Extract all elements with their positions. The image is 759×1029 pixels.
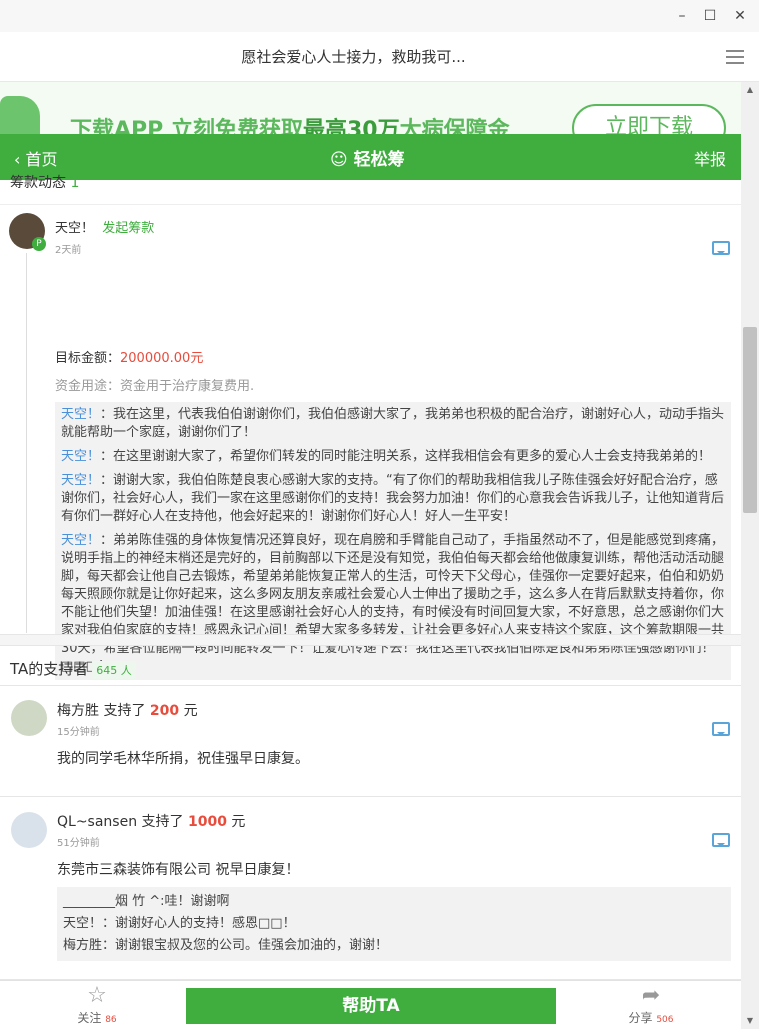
share-button[interactable]: ➦ 分享 506 — [626, 983, 676, 1026]
fund-usage: 资金用途：资金用于治疗康复费用. — [55, 379, 255, 394]
close-button[interactable]: ✕ — [730, 6, 750, 26]
window-title-bar: – ☐ ✕ — [0, 0, 759, 32]
reply-item: 天空！：弟弟陈佳强的身体恢复情况还算良好，现在肩膀和手臂能自己动了，手指虽然动不… — [61, 533, 725, 674]
report-link[interactable]: 举报 — [694, 146, 726, 170]
star-icon: ☆ — [87, 983, 107, 1008]
reply-item: ________烟 竹 ^:哇！谢谢啊 — [63, 894, 230, 909]
supporter-count: 645 人 — [92, 661, 136, 679]
post-time: 2天前 — [55, 245, 82, 256]
main-content[interactable]: 下载APP 立刻免费获取最高30万大病保障金 立即下载 ‹ 首页 ☺ 轻松筹 举… — [0, 82, 741, 1029]
supporter-time: 15分钟前 — [57, 727, 100, 738]
separator — [0, 796, 741, 797]
back-link[interactable]: ‹ 首页 — [14, 146, 58, 170]
avatar[interactable] — [11, 812, 47, 848]
scrollbar[interactable]: ▲ ▼ — [741, 82, 759, 1029]
reply-item: 天空！：谢谢大家，我伯伯陈楚良衷心感谢大家的支持。“有了你们的帮助我相信我儿子陈… — [61, 473, 725, 524]
action-bar: ☆ 关注 86 帮助TA ➦ 分享 506 — [0, 980, 741, 1029]
reply-item: 天空！：我在这里，代表我伯伯谢谢你们，我伯伯感谢大家了，我弟弟也积极的配合治疗，… — [61, 407, 725, 440]
download-banner[interactable]: 下载APP 立刻免费获取最高30万大病保障金 立即下载 — [0, 82, 741, 142]
share-icon: ➦ — [641, 983, 661, 1008]
avatar[interactable] — [11, 700, 47, 736]
scroll-thumb[interactable] — [743, 327, 757, 513]
menu-icon[interactable] — [726, 50, 744, 64]
reply-item: 天空！：在这里谢谢大家了，希望你们转发的同时能注明关系，这样我相信会有更多的爱心… — [61, 449, 712, 464]
supporters-title: TA的支持者 645 人 — [10, 658, 136, 679]
timeline-line — [26, 253, 27, 633]
help-button[interactable]: 帮助TA — [186, 988, 556, 1024]
p-badge-icon: P — [32, 237, 46, 251]
chevron-left-icon: ‹ — [14, 150, 26, 169]
comment-icon[interactable] — [712, 241, 730, 255]
nav-bar: ‹ 首页 ☺ 轻松筹 举报 — [0, 134, 741, 180]
cat-logo-icon: ☺ — [330, 150, 354, 170]
follow-button[interactable]: ☆ 关注 86 — [72, 983, 122, 1026]
maximize-button[interactable]: ☐ — [700, 6, 720, 26]
comment-icon[interactable] — [712, 722, 730, 736]
post-author: 天空！ 发起筹款 — [55, 221, 155, 236]
target-amount: 目标金额：200000.00元 — [55, 351, 204, 366]
divider — [0, 634, 741, 646]
reply-item: 天空！：谢谢好心人的支持！感恩□□！ — [63, 916, 296, 931]
minimize-button[interactable]: – — [672, 6, 692, 26]
fundraise-post: P 天空！ 发起筹款 2天前 目标金额：200000.00元 资金用途：资金用于… — [0, 204, 741, 680]
page-header: 愿社会爱心人士接力，救助我可... — [0, 32, 759, 82]
reply-list: ________烟 竹 ^:哇！谢谢啊 天空！：谢谢好心人的支持！感恩□□！ 梅… — [57, 887, 731, 961]
supporter-line: 梅方胜 支持了 200 元 — [57, 703, 198, 719]
logo: ☺ 轻松筹 — [330, 150, 405, 170]
comment-icon[interactable] — [712, 833, 730, 847]
scroll-down-icon[interactable]: ▼ — [741, 1013, 759, 1029]
page-title: 愿社会爱心人士接力，救助我可... — [241, 48, 466, 66]
section-title: 筹款动态 1 — [10, 175, 80, 191]
supporter-message: 我的同学毛林华所捐，祝佳强早日康复。 — [57, 751, 309, 767]
scroll-up-icon[interactable]: ▲ — [741, 82, 759, 98]
supporter-line: QL~sansen 支持了 1000 元 — [57, 814, 246, 830]
reply-item: 梅方胜：谢谢银宝叔及您的公司。佳强会加油的，谢谢！ — [63, 938, 389, 953]
supporter-time: 51分钟前 — [57, 838, 100, 849]
supporter-message: 东莞市三森装饰有限公司 祝早日康复！ — [57, 862, 300, 878]
separator — [0, 685, 741, 686]
